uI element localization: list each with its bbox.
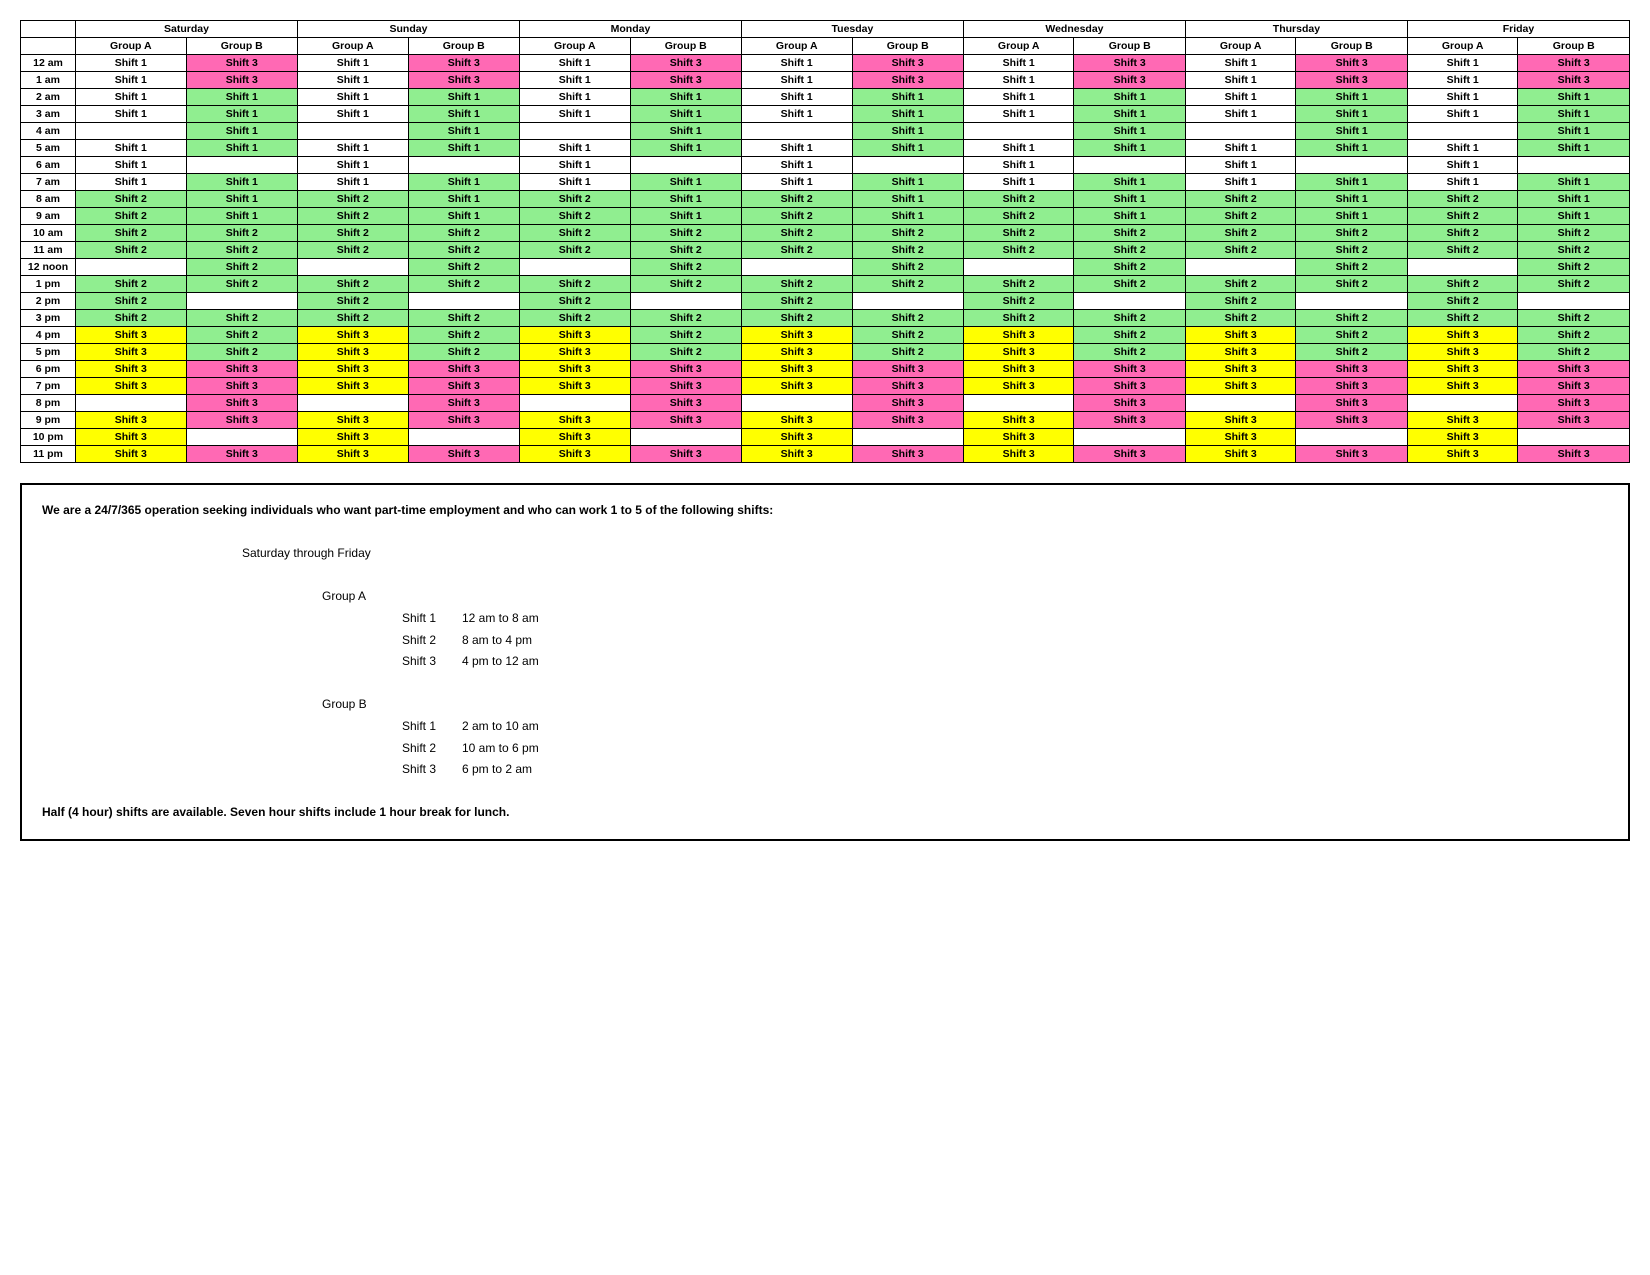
table-row: 12 am Shift 1Shift 3 Shift 1Shift 3 Shif…	[21, 55, 1630, 72]
corner-cell	[21, 21, 76, 38]
gb-shift1-time: 2 am to 10 am	[462, 716, 539, 738]
fri-gb: Group B	[1518, 38, 1630, 55]
ga-shift1-label: Shift 1	[402, 608, 462, 630]
gb-shift3-time: 6 pm to 2 am	[462, 759, 532, 781]
table-row: 10 am Shift 2Shift 2 Shift 2Shift 2 Shif…	[21, 225, 1630, 242]
table-row: 11 pm Shift 3Shift 3 Shift 3Shift 3 Shif…	[21, 446, 1630, 463]
table-row: 2 am Shift 1Shift 1 Shift 1Shift 1 Shift…	[21, 89, 1630, 106]
table-row: 12 noon Shift 2 Shift 2 Shift 2 Shift 2 …	[21, 259, 1630, 276]
saturday-header: Saturday	[76, 21, 298, 38]
thursday-header: Thursday	[1185, 21, 1407, 38]
info-line1: We are a 24/7/365 operation seeking indi…	[42, 500, 1608, 522]
wednesday-header: Wednesday	[963, 21, 1185, 38]
schedule-table: Saturday Sunday Monday Tuesday Wednesday…	[20, 20, 1630, 463]
table-row: 2 pm Shift 2 Shift 2 Shift 2 Shift 2 Shi…	[21, 293, 1630, 310]
table-row: 6 am Shift 1 Shift 1 Shift 1 Shift 1 Shi…	[21, 157, 1630, 174]
mon-ga: Group A	[519, 38, 630, 55]
thu-gb: Group B	[1296, 38, 1407, 55]
table-row: 5 am Shift 1Shift 1 Shift 1Shift 1 Shift…	[21, 140, 1630, 157]
wed-ga: Group A	[963, 38, 1074, 55]
table-row: 4 am Shift 1 Shift 1 Shift 1 Shift 1 Shi…	[21, 123, 1630, 140]
ga-shift3-time: 4 pm to 12 am	[462, 651, 539, 673]
mon-gb: Group B	[630, 38, 741, 55]
ga-shift2-time: 8 am to 4 pm	[462, 630, 532, 652]
group-corner	[21, 38, 76, 55]
table-row: 7 pm Shift 3Shift 3 Shift 3Shift 3 Shift…	[21, 378, 1630, 395]
table-row: 5 pm Shift 3Shift 2 Shift 3Shift 2 Shift…	[21, 344, 1630, 361]
group-a-label: Group A	[322, 586, 1608, 608]
table-row: 10 pm Shift 3 Shift 3 Shift 3 Shift 3 Sh…	[21, 429, 1630, 446]
sun-gb: Group B	[408, 38, 519, 55]
gb-shift3-label: Shift 3	[402, 759, 462, 781]
table-row: 3 am Shift 1Shift 1 Shift 1Shift 1 Shift…	[21, 106, 1630, 123]
tue-ga: Group A	[741, 38, 852, 55]
ga-shift3-label: Shift 3	[402, 651, 462, 673]
ga-shift2-label: Shift 2	[402, 630, 462, 652]
tue-gb: Group B	[852, 38, 963, 55]
gb-shift1-label: Shift 1	[402, 716, 462, 738]
wed-gb: Group B	[1074, 38, 1185, 55]
friday-header: Friday	[1407, 21, 1629, 38]
info-footer: Half (4 hour) shifts are available. Seve…	[42, 802, 1608, 824]
group-a-shift3: Shift 3 4 pm to 12 am	[402, 651, 1608, 673]
group-b-shift3: Shift 3 6 pm to 2 am	[402, 759, 1608, 781]
table-row: 1 pm Shift 2Shift 2 Shift 2Shift 2 Shift…	[21, 276, 1630, 293]
sunday-header: Sunday	[297, 21, 519, 38]
gb-shift2-time: 10 am to 6 pm	[462, 738, 539, 760]
tuesday-header: Tuesday	[741, 21, 963, 38]
table-row: 11 am Shift 2Shift 2 Shift 2Shift 2 Shif…	[21, 242, 1630, 259]
table-row: 8 am Shift 2Shift 1 Shift 2Shift 1 Shift…	[21, 191, 1630, 208]
fri-ga: Group A	[1407, 38, 1518, 55]
table-row: 8 pm Shift 3 Shift 3 Shift 3 Shift 3 Shi…	[21, 395, 1630, 412]
table-row: 9 pm Shift 3Shift 3 Shift 3Shift 3 Shift…	[21, 412, 1630, 429]
table-row: 9 am Shift 2Shift 1 Shift 2Shift 1 Shift…	[21, 208, 1630, 225]
table-row: 4 pm Shift 3Shift 2 Shift 3Shift 2 Shift…	[21, 327, 1630, 344]
table-row: 7 am Shift 1Shift 1 Shift 1Shift 1 Shift…	[21, 174, 1630, 191]
sat-ga: Group A	[76, 38, 187, 55]
table-row: 1 am Shift 1Shift 3 Shift 1Shift 3 Shift…	[21, 72, 1630, 89]
gb-shift2-label: Shift 2	[402, 738, 462, 760]
monday-header: Monday	[519, 21, 741, 38]
info-box: We are a 24/7/365 operation seeking indi…	[20, 483, 1630, 841]
sat-gb: Group B	[186, 38, 297, 55]
table-row: 6 pm Shift 3Shift 3 Shift 3Shift 3 Shift…	[21, 361, 1630, 378]
table-row: 3 pm Shift 2Shift 2 Shift 2Shift 2 Shift…	[21, 310, 1630, 327]
group-a-shift2: Shift 2 8 am to 4 pm	[402, 630, 1608, 652]
group-b-shift1: Shift 1 2 am to 10 am	[402, 716, 1608, 738]
thu-ga: Group A	[1185, 38, 1296, 55]
info-line2: Saturday through Friday	[242, 543, 1608, 565]
group-b-shift2: Shift 2 10 am to 6 pm	[402, 738, 1608, 760]
ga-shift1-time: 12 am to 8 am	[462, 608, 539, 630]
sun-ga: Group A	[297, 38, 408, 55]
group-a-shift1: Shift 1 12 am to 8 am	[402, 608, 1608, 630]
group-b-label: Group B	[322, 694, 1608, 716]
